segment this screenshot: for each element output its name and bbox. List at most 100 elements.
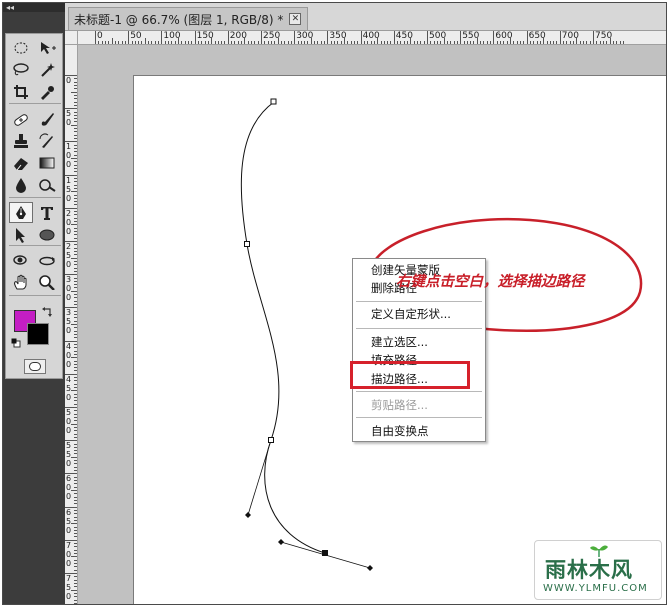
ruler-tick — [178, 38, 179, 44]
magic-wand-tool-icon[interactable] — [35, 59, 59, 80]
ruler-tick — [74, 247, 77, 249]
close-icon[interactable]: ✕ — [289, 13, 302, 25]
ruler-tick — [350, 41, 352, 44]
zoom-tool-icon[interactable] — [35, 271, 59, 292]
ruler-tick — [74, 360, 77, 362]
ruler-tick — [71, 257, 77, 259]
ruler-tick — [207, 41, 209, 44]
vertical-ruler[interactable]: 0 50 100 150 200 250 300 350 400 450 500 550 600 650 7… — [65, 45, 78, 604]
document-tab[interactable]: 未标题-1 @ 66.7% (图层 1, RGB/8) * ✕ — [68, 7, 309, 30]
ruler-tick — [383, 41, 385, 44]
ruler-tick — [74, 337, 77, 339]
ruler-tick — [423, 41, 425, 44]
menu-item[interactable]: 建立选区... — [371, 334, 428, 350]
type-tool-icon[interactable] — [35, 202, 59, 223]
ruler-tick — [101, 41, 103, 44]
ruler-label: 400 — [66, 341, 72, 369]
ruler-tick — [74, 480, 77, 482]
default-colors-icon[interactable] — [11, 338, 21, 348]
move-tool-icon[interactable] — [35, 37, 59, 58]
ruler-tick — [74, 579, 77, 581]
swap-colors-icon[interactable] — [41, 306, 53, 318]
marquee-tool-icon[interactable] — [9, 37, 33, 58]
quick-mask-button[interactable] — [24, 359, 46, 374]
toolbox-collapse-button[interactable]: ◂◂ — [3, 3, 65, 12]
ruler-tick — [546, 41, 548, 44]
ruler-tick — [74, 400, 77, 402]
ruler-tick — [74, 476, 77, 478]
ruler-label: 750 — [66, 574, 72, 601]
ruler-tick — [74, 118, 77, 120]
clone-stamp-icon[interactable] — [9, 130, 33, 151]
path-selection-icon[interactable] — [9, 224, 33, 245]
ruler-tick — [74, 499, 77, 501]
blur-tool-icon[interactable] — [9, 174, 33, 195]
ruler-tick — [74, 526, 77, 528]
ruler-tick — [74, 314, 77, 316]
ruler-tick — [420, 41, 422, 44]
menu-item[interactable]: 自由变换点 — [371, 423, 429, 439]
ruler-tick — [314, 41, 316, 44]
ruler-tick — [144, 38, 146, 44]
ruler-tick — [380, 41, 382, 44]
ruler-tick — [74, 151, 77, 153]
ruler-tick — [427, 31, 428, 44]
ruler-tick — [244, 38, 246, 44]
crop-tool-icon[interactable] — [9, 81, 33, 102]
ruler-tick — [164, 41, 166, 44]
tool-group-divider — [9, 245, 61, 246]
ruler-tick — [65, 573, 77, 574]
gradient-tool-icon[interactable] — [35, 152, 59, 173]
ruler-tick — [440, 41, 442, 44]
ruler-tick — [65, 307, 77, 309]
ruler-tick — [513, 41, 515, 44]
ruler-tick — [74, 78, 77, 80]
ruler-tick — [128, 31, 130, 44]
ruler-tick — [74, 317, 77, 319]
ruler-tick — [168, 41, 170, 44]
history-brush-icon[interactable] — [35, 130, 59, 151]
ruler-tick — [370, 41, 372, 44]
ruler-tick — [71, 423, 77, 425]
ruler-tick — [393, 31, 395, 44]
pen-tool-icon[interactable] — [9, 202, 33, 223]
background-color-swatch[interactable] — [27, 323, 49, 345]
ruler-tick — [65, 340, 77, 342]
ruler-tick — [114, 41, 116, 44]
ruler-tick — [181, 41, 183, 44]
ruler-tick — [74, 559, 77, 561]
ruler-tick — [74, 234, 77, 236]
eraser-tool-icon[interactable] — [9, 152, 33, 173]
3d-rotate-icon[interactable] — [9, 249, 33, 270]
eyedropper-tool-icon[interactable] — [35, 81, 59, 102]
ruler-tick — [151, 41, 153, 44]
photoshop-window: ◂◂ 未标题-1 @ 66.7% (图层 1, RGB/8) * ✕ 0 50 … — [2, 2, 667, 605]
ruler-tick — [74, 297, 77, 299]
ellipse-tool-icon[interactable] — [35, 224, 59, 245]
ruler-label: 500 — [66, 408, 72, 435]
ruler-label: 50 — [130, 31, 142, 41]
ruler-tick — [214, 41, 216, 44]
ruler-tick — [337, 41, 339, 44]
ruler-origin[interactable] — [65, 31, 78, 45]
dodge-tool-icon[interactable] — [35, 174, 59, 195]
brush-tool-icon[interactable] — [35, 108, 59, 129]
ruler-tick — [74, 370, 77, 372]
ruler-tick — [74, 363, 77, 365]
hand-tool-icon[interactable] — [9, 271, 33, 292]
ruler-tick — [622, 41, 624, 44]
ruler-tick — [161, 31, 163, 44]
ruler-tick — [138, 41, 140, 44]
menu-item[interactable]: 定义自定形状... — [371, 306, 451, 322]
3d-orbit-icon[interactable] — [35, 249, 59, 270]
horizontal-ruler[interactable]: 0 50 100 150 200 250 300 350 400 450 500 550 600 650 7… — [78, 31, 666, 45]
lasso-tool-icon[interactable] — [9, 59, 33, 80]
healing-brush-icon[interactable] — [9, 108, 33, 129]
ruler-tick — [74, 430, 77, 432]
ruler-tick — [74, 353, 77, 355]
ruler-tick — [264, 41, 266, 44]
ruler-tick — [124, 41, 126, 44]
ruler-tick — [65, 141, 77, 143]
ruler-tick — [121, 41, 123, 44]
ruler-tick — [460, 31, 462, 44]
